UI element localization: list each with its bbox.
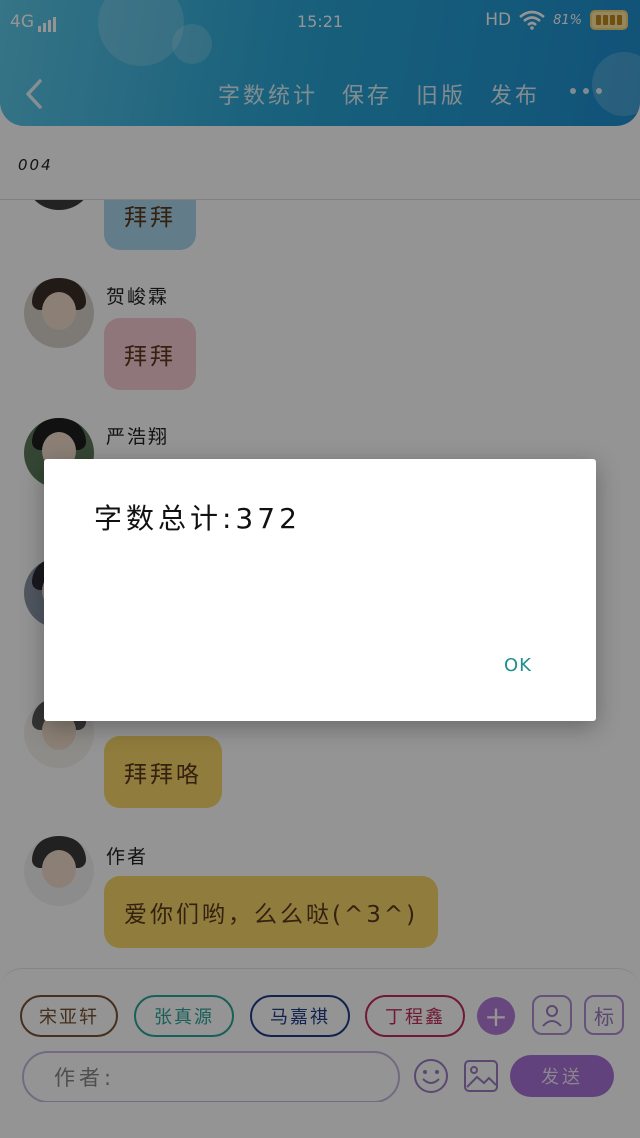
word-count-dialog: 字数总计:372 OK bbox=[44, 459, 596, 721]
dialog-message: 字数总计:372 bbox=[94, 502, 301, 535]
ok-button[interactable]: OK bbox=[504, 655, 532, 676]
